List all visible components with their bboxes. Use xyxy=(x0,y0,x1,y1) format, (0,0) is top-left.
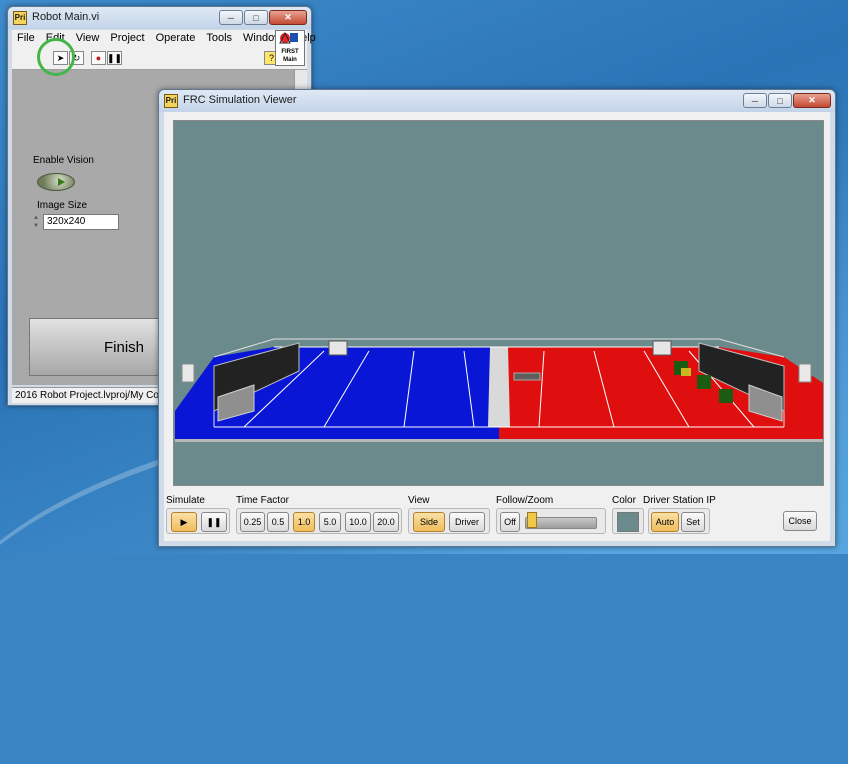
color-group xyxy=(612,508,644,534)
pause-icon[interactable]: ❚❚ xyxy=(107,51,122,65)
time-factor-1-0-button[interactable]: 1.0 xyxy=(293,512,315,532)
labview-app-icon: Pri xyxy=(13,11,27,25)
sim-controls: Simulate ▶ ❚❚ Time Factor 0.25 0.5 1.0 5… xyxy=(164,490,830,541)
center-divider xyxy=(488,347,510,427)
close-group: Close xyxy=(780,508,820,534)
zoom-slider-thumb[interactable] xyxy=(527,512,537,528)
ip-set-button[interactable]: Set xyxy=(681,512,705,532)
sim-viewer-title: FRC Simulation Viewer xyxy=(183,94,297,106)
blue-pedestal xyxy=(181,363,195,383)
simulation-viewer-window: Pri FRC Simulation Viewer ─ □ ✕ Simulate… xyxy=(158,89,836,547)
time-factor-20-0-button[interactable]: 20.0 xyxy=(373,512,399,532)
run-button-highlight xyxy=(37,38,75,76)
follow-zoom-label: Follow/Zoom xyxy=(496,495,554,506)
field-edge xyxy=(175,439,823,442)
robot-main-titlebar[interactable]: Pri Robot Main.vi ─ □ ✕ xyxy=(8,7,311,29)
robot-main-title: Robot Main.vi xyxy=(32,11,100,23)
3d-field-viewport[interactable] xyxy=(173,120,824,486)
view-group: Side Driver xyxy=(408,508,490,534)
time-factor-10-0-button[interactable]: 10.0 xyxy=(345,512,371,532)
sim-viewer-body: Simulate ▶ ❚❚ Time Factor 0.25 0.5 1.0 5… xyxy=(164,112,830,541)
field-render xyxy=(175,338,823,442)
simulate-label: Simulate xyxy=(166,495,205,506)
labview-app-icon: Pri xyxy=(164,94,178,108)
red-driver-station xyxy=(652,340,672,356)
enable-vision-toggle[interactable] xyxy=(37,173,75,191)
sim-viewer-titlebar[interactable]: Pri FRC Simulation Viewer ─ □ ✕ xyxy=(159,90,835,112)
follow-off-button[interactable]: Off xyxy=(500,512,520,532)
menu-file[interactable]: File xyxy=(12,30,41,47)
pause-icon[interactable]: ❚❚ xyxy=(201,512,227,532)
menu-view[interactable]: View xyxy=(71,30,106,47)
time-factor-5-0-button[interactable]: 5.0 xyxy=(319,512,341,532)
ip-auto-button[interactable]: Auto xyxy=(651,512,679,532)
maximize-icon[interactable]: □ xyxy=(244,10,268,25)
simulated-robot xyxy=(513,372,541,381)
minimize-icon[interactable]: ─ xyxy=(219,10,243,25)
enable-vision-label: Enable Vision xyxy=(33,155,94,166)
driver-station-ip-label: Driver Station IP xyxy=(643,495,716,506)
menu-tools[interactable]: Tools xyxy=(201,30,238,47)
minimize-icon[interactable]: ─ xyxy=(743,93,767,108)
view-side-button[interactable]: Side xyxy=(413,512,445,532)
simulate-group: ▶ ❚❚ xyxy=(166,508,230,534)
close-button[interactable]: Close xyxy=(783,511,817,531)
color-label: Color xyxy=(612,495,636,506)
close-icon[interactable]: ✕ xyxy=(793,93,831,108)
maximize-icon[interactable]: □ xyxy=(768,93,792,108)
first-logo-shapes-icon xyxy=(279,31,298,44)
driver-station-ip-group: Auto Set xyxy=(648,508,710,534)
time-factor-0-5-button[interactable]: 0.5 xyxy=(267,512,289,532)
close-icon[interactable]: ✕ xyxy=(269,10,307,25)
first-main-logo: FIRST Main xyxy=(275,30,305,66)
red-pedestal xyxy=(798,363,812,383)
first-logo-text: FIRST Main xyxy=(281,49,299,63)
menu-operate[interactable]: Operate xyxy=(151,30,202,47)
view-driver-button[interactable]: Driver xyxy=(449,512,485,532)
background-color-swatch[interactable] xyxy=(617,512,639,532)
image-size-spinner-icon[interactable]: ▲ ▼ xyxy=(33,214,42,230)
abort-icon[interactable]: ● xyxy=(91,51,106,65)
image-size-field[interactable]: 320x240 xyxy=(43,214,119,230)
view-label: View xyxy=(408,495,430,506)
time-factor-label: Time Factor xyxy=(236,495,289,506)
play-icon[interactable]: ▶ xyxy=(171,512,197,532)
menu-project[interactable]: Project xyxy=(105,30,150,47)
time-factor-group: 0.25 0.5 1.0 5.0 10.0 20.0 xyxy=(236,508,402,534)
time-factor-0-25-button[interactable]: 0.25 xyxy=(240,512,265,532)
blue-driver-station xyxy=(328,340,348,356)
image-size-label: Image Size xyxy=(37,200,88,211)
follow-zoom-group: Off xyxy=(496,508,606,534)
